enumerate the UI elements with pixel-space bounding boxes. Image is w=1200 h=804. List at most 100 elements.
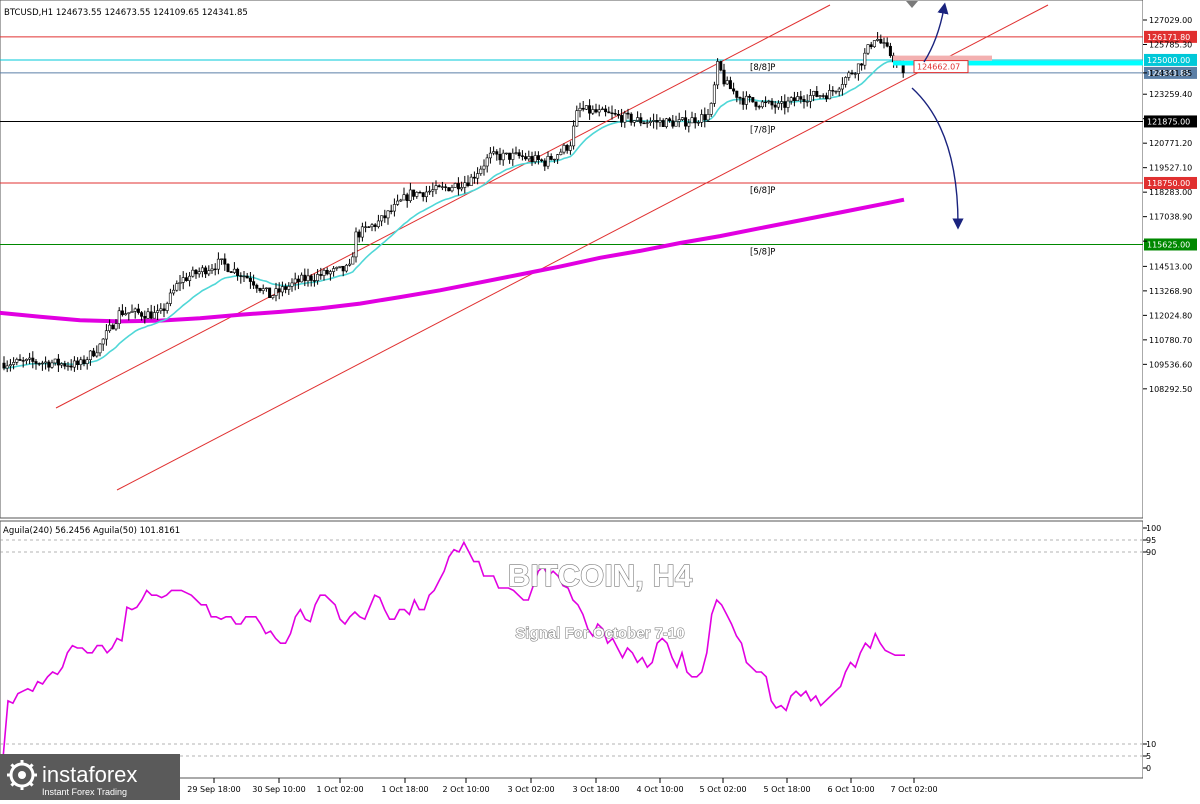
candle-up <box>882 42 886 44</box>
murrey-tag: [6/8]P <box>750 186 775 196</box>
candle-down <box>668 118 672 122</box>
candle-down <box>661 120 665 127</box>
candle-up <box>290 282 294 287</box>
candle-up <box>168 292 172 304</box>
candle-down <box>629 113 633 123</box>
candle-up <box>533 155 537 163</box>
candle-up <box>79 359 83 366</box>
candle-down <box>239 275 243 277</box>
candle-down <box>405 194 409 202</box>
candle-up <box>165 303 169 311</box>
candle-down <box>869 44 873 48</box>
candle-down <box>18 359 22 361</box>
candle-down <box>437 185 441 188</box>
murrey-tag: [5/8]P <box>750 247 775 257</box>
candle-down <box>642 122 646 125</box>
candle-down <box>738 97 742 99</box>
candle-down <box>543 160 547 167</box>
candle-up <box>572 125 576 147</box>
price-level-label: 118750.00 <box>1147 179 1190 188</box>
candle-up <box>664 118 668 127</box>
candle-down <box>831 90 835 92</box>
candle-down <box>204 267 208 275</box>
candle-up <box>527 156 531 160</box>
candle-up <box>364 226 368 228</box>
candle-down <box>764 101 768 104</box>
candle-up <box>156 310 160 313</box>
candle-down <box>604 108 608 113</box>
y-tick-label: 117038.90 <box>1149 213 1192 222</box>
candle-up <box>348 263 352 266</box>
candle-up <box>485 157 489 167</box>
candle-up <box>700 114 704 123</box>
candle-up <box>130 311 134 313</box>
candle-up <box>175 283 179 291</box>
candle-up <box>152 312 156 319</box>
candle-down <box>684 117 688 127</box>
logo-tagline: Instant Forex Trading <box>42 787 127 797</box>
candle-up <box>15 359 19 363</box>
candle-up <box>687 122 691 127</box>
candle-down <box>421 192 425 198</box>
candle-up <box>636 117 640 121</box>
candle-down <box>456 183 460 190</box>
candle-down <box>34 361 38 364</box>
candle-up <box>776 102 780 108</box>
candle-down <box>213 268 217 271</box>
candle-down <box>748 95 752 98</box>
candle-up <box>546 156 550 167</box>
candle-up <box>220 258 224 260</box>
candle-up <box>114 323 118 330</box>
candle-up <box>242 275 246 278</box>
candle-up <box>709 103 713 115</box>
candle-down <box>498 153 502 161</box>
candle-up <box>677 119 681 122</box>
candle-down <box>824 95 828 100</box>
oscillator-header: Aguila(240) 56.2456 Aguila(50) 101.8161 <box>3 526 180 536</box>
candle-up <box>88 350 92 361</box>
y-tick-label: 124341.85 <box>1149 69 1192 78</box>
candle-up <box>575 110 579 127</box>
candle-up <box>101 338 105 345</box>
candle-up <box>808 95 812 102</box>
trading-chart[interactable]: 126171.80125000.00[8/8]P124341.85121875.… <box>0 0 1200 800</box>
candle-down <box>296 278 300 283</box>
candle-up <box>648 121 652 123</box>
candle-up <box>482 165 486 170</box>
candle-down <box>111 324 115 330</box>
candle-down <box>530 156 534 163</box>
x-tick-label: 5 Oct 02:00 <box>699 785 746 794</box>
candle-up <box>60 363 64 366</box>
candle-up <box>261 288 265 291</box>
rose-zone <box>893 55 992 61</box>
candle-up <box>146 311 150 319</box>
candle-up <box>264 287 268 290</box>
candle-up <box>322 269 326 276</box>
candle-down <box>248 277 252 282</box>
candle-down <box>741 97 745 105</box>
candle-up <box>396 200 400 205</box>
candle-up <box>828 90 832 100</box>
candle-down <box>418 191 422 194</box>
candle-up <box>5 365 9 369</box>
candle-down <box>47 361 51 368</box>
candle-up <box>197 271 201 275</box>
x-tick-label: 5 Oct 18:00 <box>763 785 810 794</box>
candle-up <box>863 52 867 66</box>
candle-down <box>770 100 774 106</box>
candle-up <box>8 364 12 367</box>
candle-down <box>722 69 726 85</box>
candle-up <box>658 120 662 123</box>
y-tick-label: 119527.10 <box>1149 164 1192 173</box>
instaforex-logo[interactable]: instaforex Instant Forex Trading <box>0 754 180 800</box>
candle-up <box>200 267 204 272</box>
candle-up <box>117 310 121 325</box>
murrey-tag: [7/8]P <box>750 125 775 135</box>
candle-up <box>72 360 76 368</box>
candle-up <box>280 286 284 293</box>
candle-up <box>293 278 297 284</box>
candle-down <box>610 112 614 114</box>
candle-down <box>319 274 323 276</box>
candle-up <box>680 117 684 120</box>
candle-up <box>712 84 716 104</box>
